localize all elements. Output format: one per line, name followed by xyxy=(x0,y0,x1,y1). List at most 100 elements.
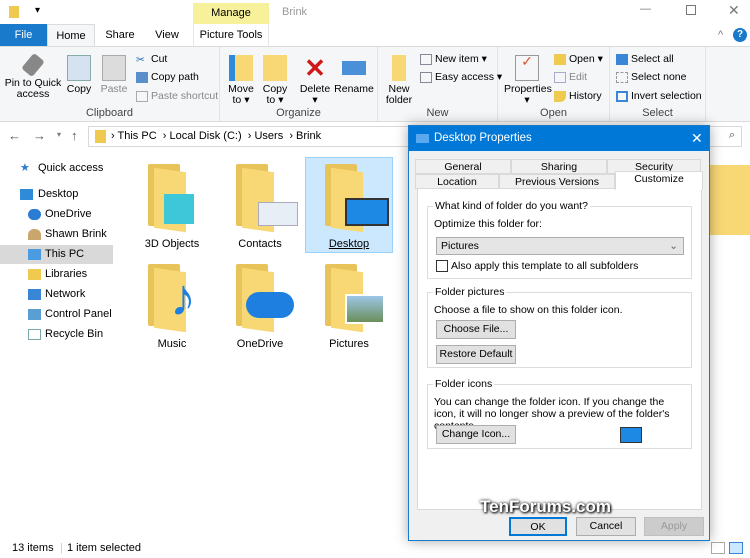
tab-file[interactable]: File xyxy=(0,24,47,46)
new-folder-button[interactable]: New folder xyxy=(384,55,414,106)
rename-button[interactable]: Rename xyxy=(334,55,374,95)
cancel-button[interactable]: Cancel xyxy=(576,517,636,536)
back-button[interactable]: ← xyxy=(8,128,21,143)
nav-recycle-bin[interactable]: Recycle Bin xyxy=(0,325,113,344)
folder-icon xyxy=(416,134,429,143)
delete-button[interactable]: ✕ Delete ▾ xyxy=(298,55,332,106)
collapse-ribbon-icon[interactable]: ^ xyxy=(718,29,723,41)
computer-icon xyxy=(28,249,41,260)
label: Music xyxy=(157,338,187,350)
tab-share[interactable]: Share xyxy=(98,24,142,46)
label: Paste shortcut xyxy=(151,90,219,102)
folder-music[interactable]: ♪ Music xyxy=(132,262,212,350)
nav-shawn-brink[interactable]: Shawn Brink xyxy=(0,225,113,244)
copy-button[interactable]: Copy xyxy=(64,55,94,95)
paste-button[interactable]: Paste xyxy=(98,55,130,95)
tab-general[interactable]: General xyxy=(415,159,511,174)
star-icon: ★ xyxy=(20,162,30,174)
new-item-button[interactable]: New item ▾ xyxy=(420,53,487,65)
paste-icon xyxy=(102,55,126,81)
copy-to-button[interactable]: Copy to ▾ xyxy=(260,55,290,106)
new-folder-icon xyxy=(392,55,406,81)
tab-home[interactable]: Home xyxy=(47,24,95,47)
contact-card-icon xyxy=(258,202,298,226)
folder-pictures[interactable]: Pictures xyxy=(309,262,389,350)
folder-icon xyxy=(232,162,298,233)
new-group: New folder New item ▾ Easy access ▾ New xyxy=(378,47,502,121)
search-icon[interactable]: ⌕ xyxy=(729,129,735,142)
change-icon-button[interactable]: Change Icon... xyxy=(436,425,516,444)
move-to-button[interactable]: Move to ▾ xyxy=(226,55,256,106)
apply-button[interactable]: Apply xyxy=(644,517,704,536)
item-count: 13 items xyxy=(12,542,54,554)
close-button[interactable]: ✕ xyxy=(691,126,703,151)
tab-picture-tools[interactable]: Picture Tools xyxy=(193,24,269,46)
details-view-button[interactable] xyxy=(711,542,725,554)
restore-default-button[interactable]: Restore Default xyxy=(436,345,516,364)
large-icons-view-button[interactable] xyxy=(729,542,743,554)
folder-3d-objects[interactable]: 3D Objects xyxy=(132,162,212,250)
group-label: Clipboard xyxy=(85,107,134,119)
group-label: New xyxy=(426,107,449,119)
copy-path-button[interactable]: Copy path xyxy=(136,71,199,83)
cut-button[interactable]: ✂ Cut xyxy=(136,53,167,66)
optimize-select[interactable]: Pictures ⌄ xyxy=(436,237,684,255)
breadcrumb-local-disk[interactable]: Local Disk (C:) xyxy=(170,130,242,142)
recent-locations-dropdown[interactable]: ▾ xyxy=(57,130,61,139)
tab-sharing[interactable]: Sharing xyxy=(511,159,607,174)
nav-network[interactable]: Network xyxy=(0,285,113,304)
open-button[interactable]: Open ▾ xyxy=(554,53,603,65)
recycle-bin-icon xyxy=(28,329,41,340)
nav-desktop[interactable]: Desktop xyxy=(0,185,113,204)
select-none-button[interactable]: Select none xyxy=(616,71,686,83)
breadcrumb-brink[interactable]: Brink xyxy=(296,130,321,142)
history-button[interactable]: History xyxy=(554,90,602,102)
easy-access-button[interactable]: Easy access ▾ xyxy=(420,71,502,83)
select-all-button[interactable]: Select all xyxy=(616,53,674,65)
invert-selection-button[interactable]: Invert selection xyxy=(616,90,702,102)
forward-button[interactable]: → xyxy=(33,128,46,143)
paste-shortcut-button[interactable]: Paste shortcut xyxy=(136,90,218,102)
edit-button[interactable]: Edit xyxy=(554,71,587,83)
help-icon[interactable]: ? xyxy=(733,28,747,42)
label: History xyxy=(569,90,602,102)
nav-libraries[interactable]: Libraries xyxy=(0,265,113,284)
tab-view[interactable]: View xyxy=(146,24,188,46)
up-button[interactable]: ↑ xyxy=(71,128,78,143)
breadcrumb-users[interactable]: Users xyxy=(254,130,283,142)
nav-this-pc[interactable]: This PC xyxy=(0,245,113,264)
apply-subfolders-checkbox[interactable]: Also apply this template to all subfolde… xyxy=(436,260,638,273)
tab-previous-versions[interactable]: Previous Versions xyxy=(499,174,615,189)
close-button[interactable]: ✕ xyxy=(728,2,740,19)
label: Desktop xyxy=(328,238,370,250)
network-icon xyxy=(28,289,41,300)
nav-quick-access[interactable]: ★ Quick access xyxy=(0,159,113,178)
pin-to-quick-access-button[interactable]: Pin to Quick access xyxy=(4,52,62,100)
copy-path-icon xyxy=(136,71,148,83)
tab-customize[interactable]: Customize xyxy=(615,171,703,190)
nav-onedrive[interactable]: OneDrive xyxy=(0,205,113,224)
breadcrumb-this-pc[interactable]: This PC xyxy=(118,130,157,142)
quick-access-toolbar-dropdown[interactable]: ▾ xyxy=(35,5,40,16)
folder-icon xyxy=(232,262,294,333)
cloud-icon xyxy=(246,292,294,318)
partial-folder[interactable] xyxy=(710,165,750,235)
label: Pin to Quick access xyxy=(4,77,62,100)
minimize-button[interactable]: — xyxy=(640,3,651,15)
desktop-screen-icon xyxy=(345,198,389,226)
properties-button[interactable]: ✓ Properties ▾ xyxy=(504,54,552,106)
move-to-icon xyxy=(229,55,253,81)
onedrive-icon xyxy=(28,209,41,220)
folder-desktop[interactable]: Desktop xyxy=(309,162,389,250)
ok-button[interactable]: OK xyxy=(509,517,567,536)
folder-onedrive[interactable]: OneDrive xyxy=(220,262,300,350)
tab-location[interactable]: Location xyxy=(415,174,499,189)
folder-contacts[interactable]: Contacts xyxy=(220,162,300,250)
folder-icons-group: Folder icons You can change the folder i… xyxy=(427,378,692,449)
nav-control-panel[interactable]: Control Panel xyxy=(0,305,113,324)
choose-file-button[interactable]: Choose File... xyxy=(436,320,516,339)
folder-icon: ♪ xyxy=(144,262,200,333)
cube-icon xyxy=(164,194,194,224)
label: Easy access xyxy=(435,71,494,83)
maximize-button[interactable] xyxy=(686,5,696,15)
